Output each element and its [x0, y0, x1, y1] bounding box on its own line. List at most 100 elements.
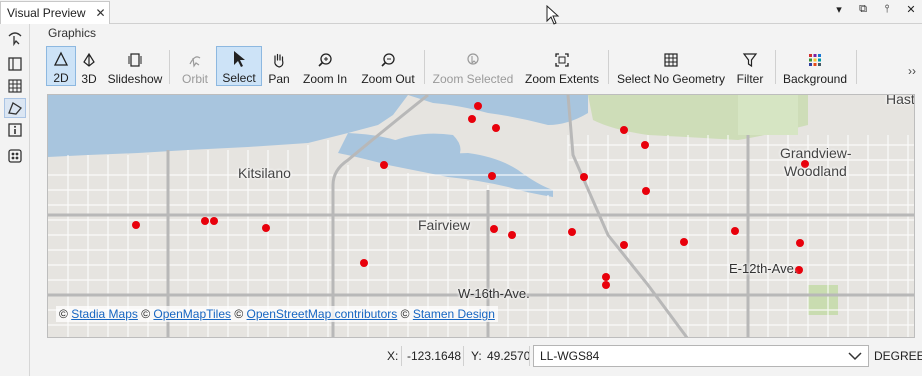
zoom-extents-icon [555, 53, 569, 67]
x-label: X: [387, 349, 399, 363]
tab-title: Visual Preview [7, 6, 86, 20]
osm-contributors-link[interactable]: OpenStreetMap contributors [247, 307, 398, 321]
filter-label: Filter [736, 72, 764, 86]
slideshow-label: Slideshow [107, 72, 163, 86]
filter-button[interactable]: Filter [734, 46, 766, 86]
3d-button[interactable]: 3D [78, 46, 100, 86]
select-button[interactable]: Select [216, 46, 262, 86]
data-point [641, 141, 649, 149]
graphics-panel: Graphics 2D 3D Slideshow Orbit Select Pa… [38, 24, 922, 376]
data-point [468, 115, 476, 123]
data-point [492, 124, 500, 132]
map-view[interactable]: Kitsilano Fairview Grandview- Woodland H… [47, 94, 915, 338]
ribbon-separator [856, 50, 857, 84]
orbit-label: Orbit [181, 72, 208, 86]
dropdown-icon[interactable]: ▾ [832, 3, 846, 16]
openmaptiles-link[interactable]: OpenMapTiles [153, 307, 231, 321]
y-label: Y: [471, 349, 482, 363]
table-icon[interactable] [4, 76, 26, 96]
data-point [731, 227, 739, 235]
zoom-in-button[interactable]: Zoom In [299, 46, 351, 86]
zoom-selected-button[interactable]: Zoom Selected [432, 46, 514, 86]
copyright-symbol: © [141, 307, 151, 321]
table-select-icon [664, 53, 678, 67]
geometry-icon[interactable] [4, 98, 26, 118]
tab-bar: Visual Preview ✕ ▾ ⧉ ⫯ ✕ [0, 0, 922, 25]
pin-icon[interactable]: ⫯ [880, 3, 894, 16]
more-icon[interactable]: ›› [908, 64, 916, 78]
3d-label: 3D [81, 72, 97, 86]
zoom-in-label: Zoom In [302, 72, 347, 86]
pan-button[interactable]: Pan [265, 46, 293, 86]
select-no-geometry-button[interactable]: Select No Geometry [616, 46, 726, 86]
park-area [738, 95, 798, 135]
hastings-label: Hasti [886, 94, 915, 107]
data-point [568, 228, 576, 236]
pyramid-3d-icon [83, 52, 95, 67]
chevron-down-icon [848, 352, 862, 361]
arrow-cursor-icon [234, 51, 245, 67]
window-controls: ▾ ⧉ ⫯ ✕ [832, 3, 918, 16]
grandview-label-2: Woodland [784, 163, 847, 179]
select-no-geometry-label: Select No Geometry [616, 72, 726, 86]
preview-eye-icon[interactable] [4, 28, 26, 48]
triangle-2d-icon [53, 51, 69, 66]
float-window-icon[interactable]: ⧉ [856, 3, 870, 16]
ribbon-separator [169, 50, 170, 84]
zoom-out-button[interactable]: Zoom Out [358, 46, 418, 86]
info-icon[interactable] [4, 120, 26, 140]
copyright-symbol: © [400, 307, 410, 321]
2d-label: 2D [53, 71, 69, 85]
data-point [262, 224, 270, 232]
data-point [474, 102, 482, 110]
palette-icon[interactable] [4, 146, 26, 166]
y-coordinate: 49.2570 [487, 349, 531, 363]
visual-preview-window: Visual Preview ✕ ▾ ⧉ ⫯ ✕ Graphics 2D 3D … [0, 0, 922, 376]
data-point [508, 231, 516, 239]
data-point [680, 238, 688, 246]
data-point [380, 161, 388, 169]
filter-icon [742, 53, 758, 68]
zoom-extents-label: Zoom Extents [524, 72, 600, 86]
mouse-cursor-icon [546, 5, 560, 25]
data-point [602, 273, 610, 281]
data-point [132, 221, 140, 229]
slideshow-button[interactable]: Slideshow [106, 46, 164, 86]
close-window-icon[interactable]: ✕ [904, 3, 918, 16]
e12th-ave-label: E-12th-Ave. [729, 261, 798, 276]
grandview-label-1: Grandview- [780, 145, 852, 161]
crs-value: LL-WGS84 [540, 349, 600, 363]
background-label: Background [782, 72, 848, 86]
data-point [490, 225, 498, 233]
map-canvas[interactable] [48, 95, 915, 338]
ribbon-separator [424, 50, 425, 84]
status-divider [463, 346, 464, 366]
zoom-out-icon [381, 53, 395, 67]
zoom-extents-button[interactable]: Zoom Extents [524, 46, 600, 86]
stadia-maps-link[interactable]: Stadia Maps [71, 307, 138, 321]
orbit-button[interactable]: Orbit [176, 46, 214, 86]
data-point [488, 172, 496, 180]
crs-dropdown[interactable]: LL-WGS84 [533, 345, 869, 367]
data-point [642, 187, 650, 195]
slideshow-icon [128, 53, 142, 67]
w16th-ave-label: W-16th-Ave. [458, 286, 530, 301]
tab-visual-preview[interactable]: Visual Preview ✕ [0, 1, 110, 24]
close-icon[interactable]: ✕ [95, 6, 105, 20]
copyright-symbol: © [234, 307, 244, 321]
data-point [201, 217, 209, 225]
unit-label: DEGREE [874, 349, 922, 363]
2d-button[interactable]: 2D [46, 46, 76, 86]
data-point [210, 217, 218, 225]
copyright-symbol: © [59, 307, 68, 321]
background-button[interactable]: Background [782, 46, 848, 86]
layout-icon[interactable] [4, 54, 26, 74]
orbit-icon [189, 56, 201, 68]
data-point [620, 126, 628, 134]
ribbon-separator [608, 50, 609, 84]
status-divider [401, 346, 402, 366]
stamen-design-link[interactable]: Stamen Design [413, 307, 495, 321]
zoom-selected-icon [467, 53, 479, 65]
pan-label: Pan [268, 72, 290, 86]
fairview-label: Fairview [418, 217, 471, 233]
